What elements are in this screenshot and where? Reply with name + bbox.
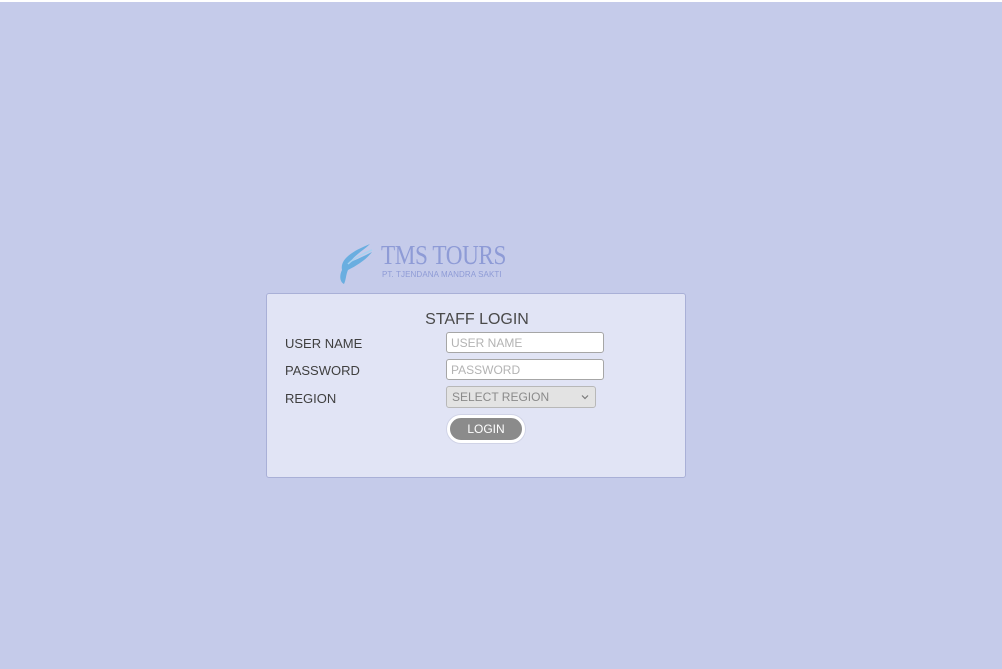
brand-name: TMS TOURS bbox=[381, 240, 506, 270]
username-input[interactable] bbox=[446, 332, 604, 353]
chevron-down-icon bbox=[581, 395, 589, 400]
password-input[interactable] bbox=[446, 359, 604, 380]
brand-logo: TMS TOURS PT. TJENDANA MANDRA SAKTI bbox=[336, 238, 516, 288]
password-label: PASSWORD bbox=[285, 363, 360, 378]
staff-login-panel: STAFF LOGIN USER NAME PASSWORD REGION SE… bbox=[266, 293, 686, 478]
top-strip bbox=[0, 0, 1002, 2]
region-label: REGION bbox=[285, 391, 337, 406]
username-label: USER NAME bbox=[285, 336, 363, 351]
logo-wave-icon bbox=[340, 244, 373, 284]
region-select[interactable]: SELECT REGION bbox=[446, 386, 596, 408]
region-select-value: SELECT REGION bbox=[452, 390, 550, 404]
login-button[interactable]: LOGIN bbox=[447, 415, 525, 443]
brand-company: PT. TJENDANA MANDRA SAKTI bbox=[382, 270, 502, 279]
login-title: STAFF LOGIN bbox=[425, 311, 529, 328]
